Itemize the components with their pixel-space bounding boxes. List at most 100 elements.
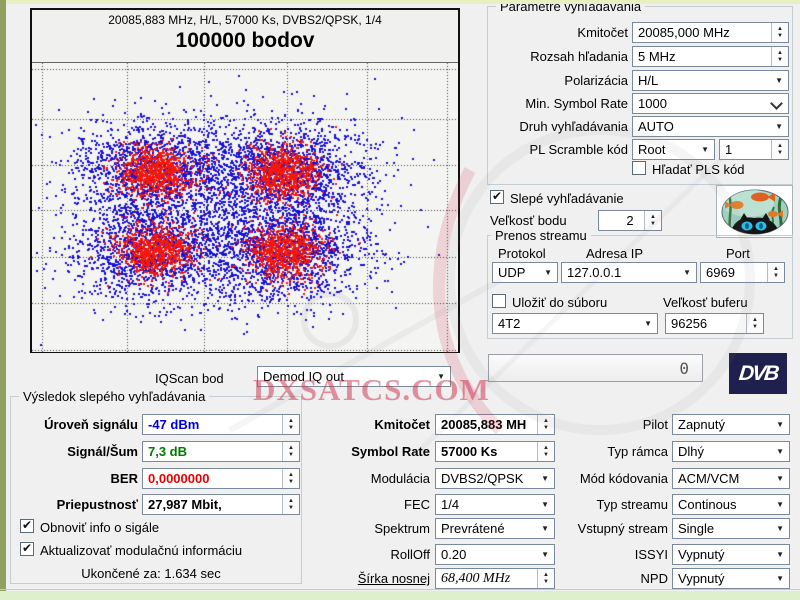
spinner-up-icon[interactable]: ▲: [752, 317, 758, 323]
min-symbol-rate-combo[interactable]: 1000: [632, 93, 789, 114]
pl-scramble-code-spinner[interactable]: ▲▼: [771, 140, 788, 159]
fec-value: 1/4: [441, 497, 459, 512]
chevron-down-icon[interactable]: ▼: [776, 421, 784, 429]
spinner-up-icon[interactable]: ▲: [650, 214, 656, 220]
symbol-rate-value: 57000 Ks: [441, 444, 497, 459]
protocol-select[interactable]: UDP ▼: [492, 262, 558, 283]
chevron-down-icon[interactable]: ▼: [644, 320, 652, 328]
spinner-down-icon[interactable]: ▼: [777, 33, 783, 39]
iqscan-label: IQScan bod: [155, 371, 224, 386]
min-symbol-rate-label: Min. Symbol Rate: [490, 96, 628, 111]
buffer-size-field[interactable]: 96256 ▲▼: [665, 313, 764, 334]
blind-scan-checkbox[interactable]: ✔: [490, 190, 504, 204]
tuner-frequency-value: 20085,883 MH: [441, 417, 526, 432]
iqscan-select[interactable]: Demod IQ out ▼: [257, 366, 451, 387]
chevron-down-icon[interactable]: ▼: [776, 448, 784, 456]
search-type-select[interactable]: AUTO ▼: [632, 116, 789, 137]
chevron-down-icon[interactable]: ▼: [775, 77, 783, 85]
port-field[interactable]: 6969 ▲▼: [700, 262, 785, 283]
npd-label: NPD: [530, 571, 668, 586]
chevron-down-icon[interactable]: ▼: [683, 269, 691, 277]
search-range-spinner[interactable]: ▲▼: [771, 47, 788, 66]
ber-value: 0,0000000: [148, 471, 209, 486]
throughput-label: Priepustnosť: [10, 497, 138, 512]
chevron-down-icon[interactable]: ▼: [437, 373, 445, 381]
update-modulation-label: Aktualizovať modulačnú informáciu: [40, 543, 242, 558]
polarization-value: H/L: [638, 73, 658, 88]
spinner-down-icon[interactable]: ▼: [650, 221, 656, 227]
issyi-select[interactable]: Vypnutý ▼: [672, 544, 790, 565]
input-stream-label: Vstupný stream: [530, 521, 668, 536]
constellation-panel: 20085,883 MHz, H/L, 57000 Ks, DVBS2/QPSK…: [30, 8, 460, 353]
chevron-down-icon[interactable]: ▼: [701, 146, 709, 154]
port-value: 6969: [706, 265, 735, 280]
refresh-signal-info-checkbox[interactable]: ✔: [20, 519, 34, 533]
snr-field[interactable]: 7,3 dB ▲▼: [142, 441, 300, 462]
fec-label: FEC: [290, 497, 430, 512]
file-format-select[interactable]: 4T2 ▼: [492, 313, 658, 334]
chevron-down-icon[interactable]: ▼: [776, 525, 784, 533]
pl-scramble-code-value: 1: [725, 142, 732, 157]
chevron-down-icon[interactable]: ▼: [776, 575, 784, 583]
buffer-size-spinner[interactable]: ▲▼: [746, 314, 763, 333]
throughput-field[interactable]: 27,987 Mbit, ▲▼: [142, 494, 300, 515]
ber-field[interactable]: 0,0000000 ▲▼: [142, 468, 300, 489]
chevron-down-icon[interactable]: ▼: [776, 551, 784, 559]
spinner-down-icon[interactable]: ▼: [773, 273, 779, 279]
chevron-down-icon[interactable]: ▼: [775, 123, 783, 131]
point-size-spinner[interactable]: ▲▼: [644, 211, 661, 230]
point-size-field[interactable]: 2 ▲▼: [598, 210, 662, 231]
chevron-down-icon[interactable]: [770, 97, 783, 110]
pilot-value: Zapnutý: [678, 417, 725, 432]
ip-address-select[interactable]: 127.0.0.1 ▼: [561, 262, 697, 283]
min-symbol-rate-value: 1000: [638, 96, 667, 111]
spinner-down-icon[interactable]: ▼: [777, 150, 783, 156]
spinner-up-icon[interactable]: ▲: [777, 143, 783, 149]
coding-mode-value: ACM/VCM: [678, 471, 739, 486]
port-spinner[interactable]: ▲▼: [767, 263, 784, 282]
search-pls-checkbox[interactable]: [632, 161, 646, 175]
input-stream-select[interactable]: Single ▼: [672, 518, 790, 539]
polarization-select[interactable]: H/L ▼: [632, 70, 789, 91]
search-range-field[interactable]: 5 MHz ▲▼: [632, 46, 789, 67]
spectrum-value: Prevrátené: [441, 521, 505, 536]
aquarium-cat-button[interactable]: [716, 185, 793, 238]
progress-bar: 0: [488, 354, 703, 382]
spinner-up-icon[interactable]: ▲: [777, 50, 783, 56]
frequency-field[interactable]: 20085,000 MHz ▲▼: [632, 22, 789, 43]
signal-level-field[interactable]: -47 dBm ▲▼: [142, 414, 300, 435]
chevron-down-icon[interactable]: ▼: [544, 269, 552, 277]
chevron-down-icon[interactable]: ▼: [776, 475, 784, 483]
blind-scan-label: Slepé vyhľadávanie: [510, 191, 624, 206]
dvb-logo: DVB: [729, 353, 787, 394]
modulation-label: Modulácia: [290, 471, 430, 486]
pl-scramble-select[interactable]: Root ▼: [632, 139, 715, 160]
spinner-down-icon[interactable]: ▼: [777, 57, 783, 63]
protocol-header: Protokol: [498, 246, 546, 261]
coding-mode-select[interactable]: ACM/VCM ▼: [672, 468, 790, 489]
progress-digit: 0: [679, 359, 689, 378]
spinner-up-icon[interactable]: ▲: [777, 26, 783, 32]
buffer-size-label: Veľkosť buferu: [663, 295, 748, 310]
pilot-select[interactable]: Zapnutý ▼: [672, 414, 790, 435]
issyi-label: ISSYI: [530, 547, 668, 562]
signal-level-label: Úroveň signálu: [10, 417, 138, 432]
npd-select[interactable]: Vypnutý ▼: [672, 568, 790, 589]
npd-value: Vypnutý: [678, 571, 725, 586]
check-icon: ✔: [492, 190, 502, 202]
frame-type-select[interactable]: Dlhý ▼: [672, 441, 790, 462]
pl-scramble-value: Root: [638, 142, 665, 157]
rolloff-label: RollOff: [290, 547, 430, 562]
chevron-down-icon[interactable]: ▼: [776, 501, 784, 509]
stream-type-select[interactable]: Continous ▼: [672, 494, 790, 515]
protocol-value: UDP: [498, 265, 525, 280]
spinner-down-icon[interactable]: ▼: [752, 324, 758, 330]
update-modulation-checkbox[interactable]: ✔: [20, 542, 34, 556]
save-to-file-checkbox[interactable]: [492, 294, 506, 308]
search-range-value: 5 MHz: [638, 49, 676, 64]
spinner-up-icon[interactable]: ▲: [773, 266, 779, 272]
ber-label: BER: [10, 471, 138, 486]
frequency-spinner[interactable]: ▲▼: [771, 23, 788, 42]
check-icon: ✔: [22, 542, 32, 554]
pl-scramble-code-field[interactable]: 1 ▲▼: [719, 139, 789, 160]
